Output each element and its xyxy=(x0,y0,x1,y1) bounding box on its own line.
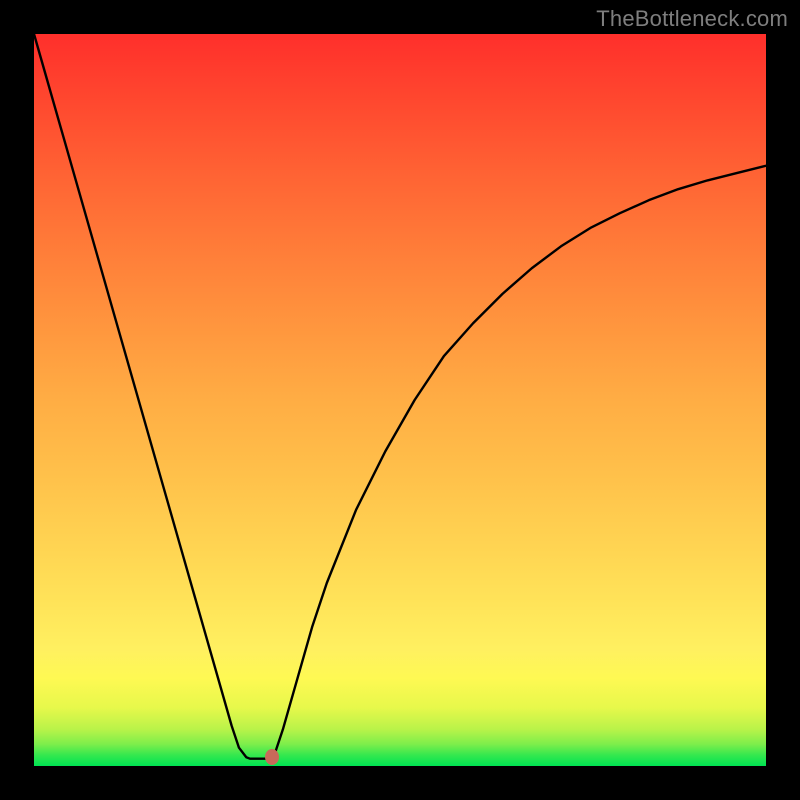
watermark-text: TheBottleneck.com xyxy=(596,6,788,32)
plot-area xyxy=(34,34,766,766)
optimum-marker xyxy=(265,749,279,765)
chart-frame: TheBottleneck.com xyxy=(0,0,800,800)
bottleneck-curve xyxy=(34,34,766,766)
